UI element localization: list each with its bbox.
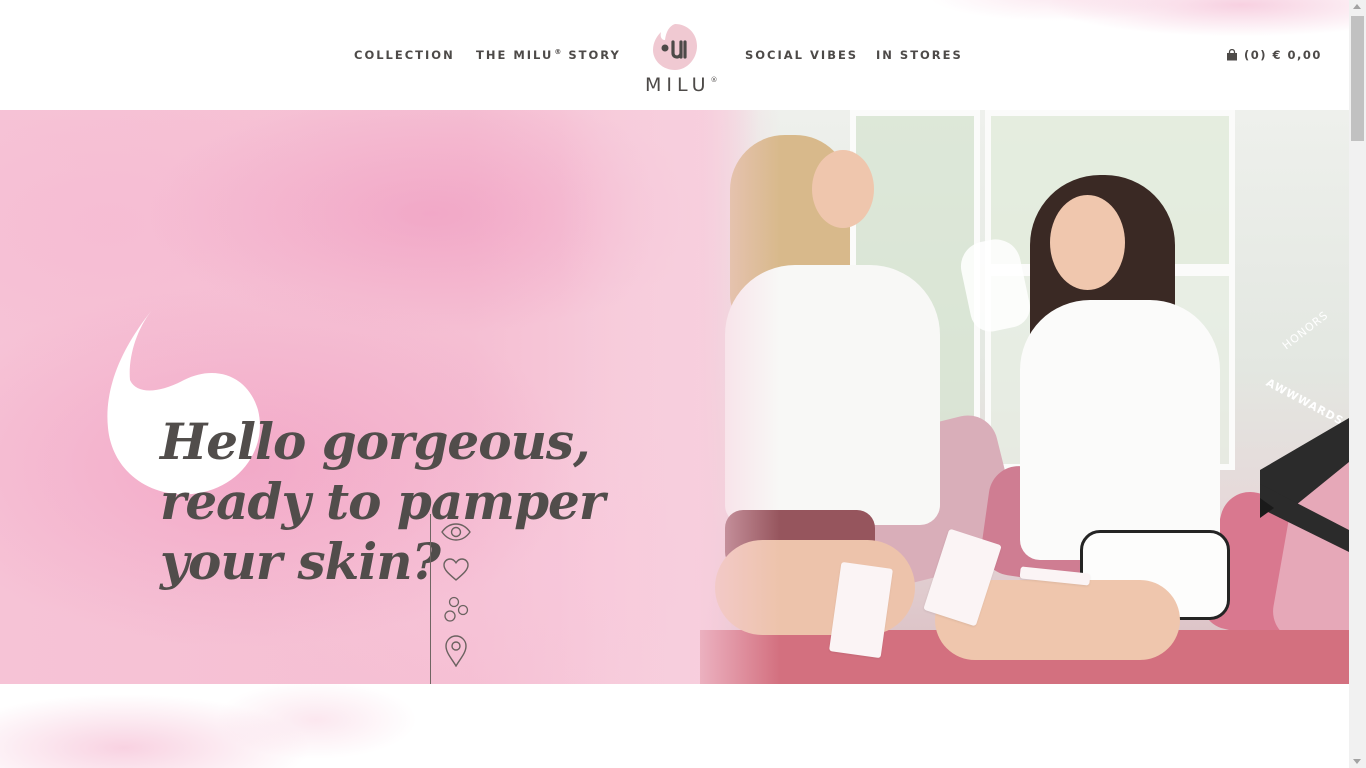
scroll-down-icon[interactable] [1353,759,1361,764]
logo-wordmark: MILU® [645,74,718,96]
nav-story-reg: ® [554,48,562,56]
headline-line-1: Hello gorgeous, [160,412,590,471]
milu-logo[interactable]: MILU® [641,22,718,96]
hero-headline: Hello gorgeous, ready to pamper your ski… [160,412,680,592]
logo-reg: ® [710,76,718,84]
cart-button[interactable]: (0) € 0,00 [1226,48,1322,62]
nav-story-suffix: STORY [568,48,621,62]
awwwards-ribbon-graphic [1260,418,1349,552]
heart-icon[interactable] [440,554,472,586]
scroll-thumb[interactable] [1351,16,1364,141]
bubbles-icon[interactable] [440,593,472,625]
nav-story-prefix: THE MILU [476,48,554,62]
page-scrollbar[interactable] [1349,0,1366,768]
hero-photo [700,110,1349,684]
awwwards-ribbon[interactable] [1260,418,1349,552]
below-watercolor [0,684,460,768]
headline-line-3: your skin? [160,532,441,591]
logo-text: MILU [645,74,711,96]
site-header: COLLECTION THE MILU® STORY MILU® SOCIAL … [0,0,1349,110]
eye-icon[interactable] [440,516,472,548]
nav-collection[interactable]: COLLECTION [354,48,455,62]
header-watercolor [919,0,1349,50]
shopping-bag-icon [1227,49,1237,61]
person-face [1050,195,1125,290]
location-pin-icon[interactable] [440,635,472,667]
nav-milu-story[interactable]: THE MILU® STORY [476,48,621,62]
milu-drop-logo-icon [653,24,697,70]
person-shirt [1020,300,1220,560]
nav-social-vibes[interactable]: SOCIAL VIBES [745,48,858,62]
headline-line-2: ready to pamper [160,472,605,531]
nav-in-stores[interactable]: IN STORES [876,48,963,62]
scroll-up-icon[interactable] [1353,4,1361,9]
cart-label: (0) € 0,00 [1244,48,1322,62]
person-shirt [725,265,940,525]
person-face [812,150,874,228]
hero-section: Hello gorgeous, ready to pamper your ski… [0,110,1349,684]
below-hero-section [0,684,1349,768]
